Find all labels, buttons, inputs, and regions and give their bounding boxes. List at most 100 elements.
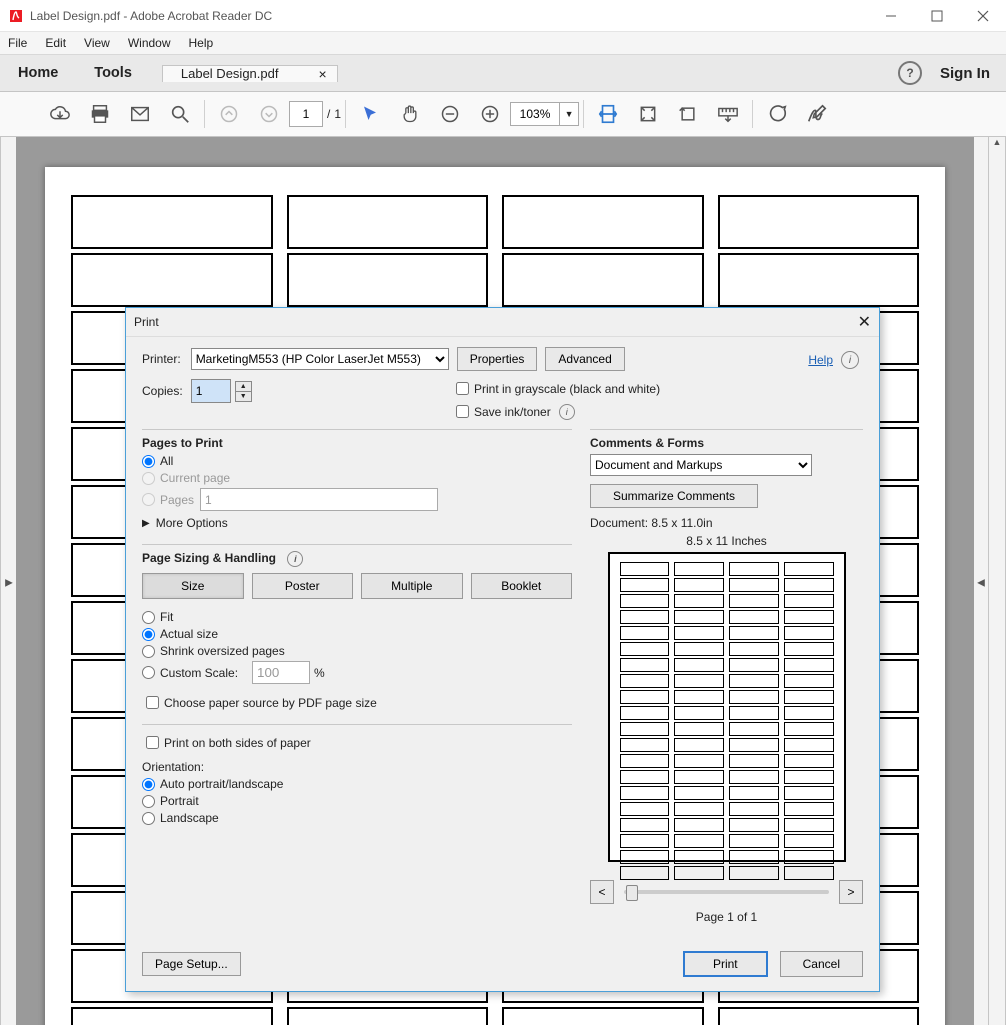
summarize-comments-button[interactable]: Summarize Comments xyxy=(590,484,758,508)
orientation-heading: Orientation: xyxy=(142,760,572,774)
seg-size[interactable]: Size xyxy=(142,573,244,599)
print-button[interactable]: Print xyxy=(683,951,768,977)
seg-booklet[interactable]: Booklet xyxy=(471,573,573,599)
page-sizing-heading: Page Sizing & Handling i xyxy=(142,544,572,567)
copies-input[interactable] xyxy=(191,379,231,403)
radio-portrait[interactable]: Portrait xyxy=(142,794,572,808)
paper-dims: 8.5 x 11 Inches xyxy=(590,534,863,548)
radio-auto-orientation[interactable]: Auto portrait/landscape xyxy=(142,777,572,791)
page-setup-button[interactable]: Page Setup... xyxy=(142,952,241,976)
chevron-right-icon: ▶ xyxy=(5,578,13,589)
menu-file[interactable]: File xyxy=(8,36,27,50)
copies-spinner[interactable]: ▲ ▼ xyxy=(235,381,252,402)
vertical-scrollbar[interactable]: ▲ xyxy=(988,137,1006,1025)
info-icon[interactable]: i xyxy=(287,551,303,567)
both-sides-checkbox[interactable]: Print on both sides of paper xyxy=(142,733,572,752)
page-separator: / xyxy=(327,107,330,121)
tab-tools[interactable]: Tools xyxy=(76,65,150,81)
fit-page-icon[interactable] xyxy=(628,92,668,136)
spin-up-icon[interactable]: ▲ xyxy=(236,382,251,392)
tab-document[interactable]: Label Design.pdf × xyxy=(162,65,338,82)
toolbar-separator xyxy=(204,100,205,128)
printer-label: Printer: xyxy=(142,352,181,366)
seg-multiple[interactable]: Multiple xyxy=(361,573,463,599)
preview-prev-button[interactable]: < xyxy=(590,880,614,904)
help-icon[interactable]: ? xyxy=(898,61,922,85)
page-current-input[interactable] xyxy=(289,101,323,127)
rotate-icon[interactable] xyxy=(668,92,708,136)
save-ink-checkbox[interactable]: Save ink/toner i xyxy=(452,402,660,421)
toolbar-separator xyxy=(583,100,584,128)
select-tool-icon[interactable] xyxy=(350,92,390,136)
print-icon[interactable] xyxy=(80,92,120,136)
radio-landscape[interactable]: Landscape xyxy=(142,811,572,825)
menu-view[interactable]: View xyxy=(84,36,110,50)
acrobat-icon xyxy=(8,8,24,24)
fit-width-icon[interactable] xyxy=(588,92,628,136)
email-icon[interactable] xyxy=(120,92,160,136)
cancel-button[interactable]: Cancel xyxy=(780,951,863,977)
page-total: 1 xyxy=(334,107,341,121)
help-link[interactable]: Help xyxy=(808,353,833,367)
radio-shrink[interactable]: Shrink oversized pages xyxy=(142,644,572,658)
menu-window[interactable]: Window xyxy=(128,36,171,50)
hand-tool-icon[interactable] xyxy=(390,92,430,136)
dialog-title: Print xyxy=(134,315,159,329)
zoom-combo[interactable]: ▼ xyxy=(510,92,579,136)
more-options-toggle[interactable]: ▶ More Options xyxy=(142,516,572,530)
radio-pages: Pages xyxy=(142,488,572,511)
print-preview xyxy=(608,552,846,862)
maximize-button[interactable] xyxy=(914,0,960,31)
menu-help[interactable]: Help xyxy=(189,36,214,50)
info-icon[interactable]: i xyxy=(559,404,575,420)
grayscale-checkbox[interactable]: Print in grayscale (black and white) xyxy=(452,379,660,398)
preview-slider[interactable] xyxy=(624,890,829,894)
radio-custom-scale[interactable]: Custom Scale: % xyxy=(142,661,572,684)
page-down-icon[interactable] xyxy=(249,92,289,136)
properties-button[interactable]: Properties xyxy=(457,347,538,371)
chevron-down-icon[interactable]: ▼ xyxy=(559,103,578,125)
close-button[interactable] xyxy=(960,0,1006,31)
tab-close-icon[interactable]: × xyxy=(318,66,326,82)
slider-thumb[interactable] xyxy=(626,885,638,901)
tab-home[interactable]: Home xyxy=(0,65,76,81)
radio-all[interactable]: All xyxy=(142,454,572,468)
page-number-field: / 1 xyxy=(289,92,341,136)
zoom-out-icon[interactable] xyxy=(430,92,470,136)
comment-icon[interactable] xyxy=(757,92,797,136)
radio-current-page: Current page xyxy=(142,471,572,485)
comments-select[interactable]: Document and Markups xyxy=(590,454,812,476)
radio-actual-size[interactable]: Actual size xyxy=(142,627,572,641)
document-area: ▶ ◀ ▲ Print ✕ Help i Printer: MarketingM… xyxy=(0,137,1006,1025)
search-icon[interactable] xyxy=(160,92,200,136)
triangle-right-icon: ▶ xyxy=(142,518,150,529)
preview-next-button[interactable]: > xyxy=(839,880,863,904)
zoom-value-input[interactable] xyxy=(511,106,559,122)
window-title: Label Design.pdf - Adobe Acrobat Reader … xyxy=(30,9,272,23)
scroll-up-icon[interactable]: ▲ xyxy=(989,137,1005,153)
close-icon[interactable]: ✕ xyxy=(858,312,871,332)
advanced-button[interactable]: Advanced xyxy=(545,347,624,371)
spin-down-icon[interactable]: ▼ xyxy=(236,392,251,401)
toolbar-separator xyxy=(752,100,753,128)
save-cloud-icon[interactable] xyxy=(40,92,80,136)
ruler-icon[interactable] xyxy=(708,92,748,136)
printer-select[interactable]: MarketingM553 (HP Color LaserJet M553) xyxy=(191,348,449,370)
custom-scale-input[interactable] xyxy=(252,661,310,684)
info-icon[interactable]: i xyxy=(841,351,859,369)
dialog-titlebar: Print ✕ xyxy=(126,308,879,337)
menu-edit[interactable]: Edit xyxy=(45,36,66,50)
radio-fit[interactable]: Fit xyxy=(142,610,572,624)
preview-page-count: Page 1 of 1 xyxy=(590,910,863,924)
minimize-button[interactable] xyxy=(868,0,914,31)
pages-range-input xyxy=(200,488,438,511)
toolbar-separator xyxy=(345,100,346,128)
document-dims: Document: 8.5 x 11.0in xyxy=(590,516,863,530)
zoom-in-icon[interactable] xyxy=(470,92,510,136)
copies-label: Copies: xyxy=(142,384,183,398)
seg-poster[interactable]: Poster xyxy=(252,573,354,599)
sign-icon[interactable] xyxy=(797,92,837,136)
page-up-icon[interactable] xyxy=(209,92,249,136)
sign-in-link[interactable]: Sign In xyxy=(940,65,990,82)
paper-source-checkbox[interactable]: Choose paper source by PDF page size xyxy=(142,693,572,712)
